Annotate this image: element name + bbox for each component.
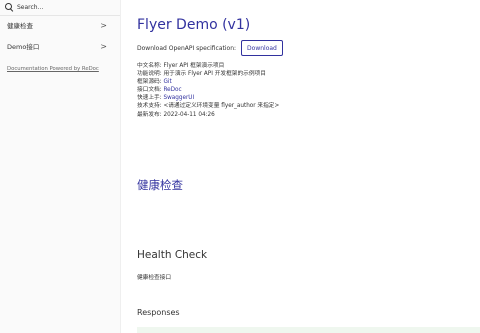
chevron-right-icon: > xyxy=(100,41,107,51)
sidebar-item-label: 健康检查 xyxy=(7,22,33,30)
powered-by-redoc-link[interactable]: Documentation Powered by ReDoc xyxy=(7,66,99,72)
search-icon xyxy=(5,3,14,12)
responses-heading: Responses xyxy=(137,308,180,317)
info-value: <请通过定义环境变量 flyer_author 来指定> xyxy=(163,103,280,110)
info-label: 功能说明: xyxy=(137,71,164,78)
info-line-release: 最新发布: 2022-04-11 04:26 xyxy=(137,111,279,119)
info-value: 用于演示 Flyer API 开发框架的示例项目 xyxy=(163,71,266,78)
redoc-link[interactable]: ReDoc xyxy=(163,87,181,93)
info-line-support: 技术支持: <请通过定义环境变量 flyer_author 来指定> xyxy=(137,102,279,110)
info-line-quickstart: 快速上手: SwaggerUI xyxy=(137,94,279,102)
info-line-source: 框架源码: Git xyxy=(137,78,279,86)
info-line-docs: 接口文档: ReDoc xyxy=(137,86,279,94)
sidebar: 健康检查 > Demo接口 > Documentation Powered by… xyxy=(0,0,121,333)
sidebar-item-demo-api[interactable]: Demo接口 > xyxy=(0,36,121,56)
info-line-name: 中文名称: Flyer API 框架演示项目 xyxy=(137,62,279,70)
search-bar xyxy=(0,0,120,16)
info-label: 框架源码: xyxy=(137,79,164,86)
response-200-panel[interactable] xyxy=(137,327,480,333)
sidebar-item-health-check[interactable]: 健康检查 > xyxy=(0,15,121,35)
operation-title: Health Check xyxy=(137,249,208,261)
git-link[interactable]: Git xyxy=(163,79,171,85)
download-button[interactable]: Download xyxy=(241,40,283,56)
download-row: Download OpenAPI specification: Download xyxy=(137,40,283,56)
info-line-description: 功能说明: 用于演示 Flyer API 开发框架的示例项目 xyxy=(137,70,279,78)
download-label: Download OpenAPI specification: xyxy=(137,44,237,52)
info-value: 2022-04-11 04:26 xyxy=(163,111,215,118)
sidebar-item-label: Demo接口 xyxy=(7,43,40,51)
info-label: 接口文档: xyxy=(137,87,164,94)
search-input[interactable] xyxy=(17,4,117,11)
section-title-health-check[interactable]: 健康检查 xyxy=(137,177,183,193)
info-label: 中文名称: xyxy=(137,63,164,69)
info-label: 快速上手: xyxy=(137,95,164,102)
operation-description: 健康检查接口 xyxy=(137,275,172,281)
info-value: Flyer API 框架演示项目 xyxy=(163,63,225,69)
swaggerui-link[interactable]: SwaggerUI xyxy=(163,95,194,101)
page-title: Flyer Demo (v1) xyxy=(137,17,251,33)
info-label: 技术支持: xyxy=(137,103,164,110)
info-label: 最新发布: xyxy=(137,111,164,118)
api-info: 中文名称: Flyer API 框架演示项目 功能说明: 用于演示 Flyer … xyxy=(137,62,279,119)
chevron-right-icon: > xyxy=(100,20,107,30)
